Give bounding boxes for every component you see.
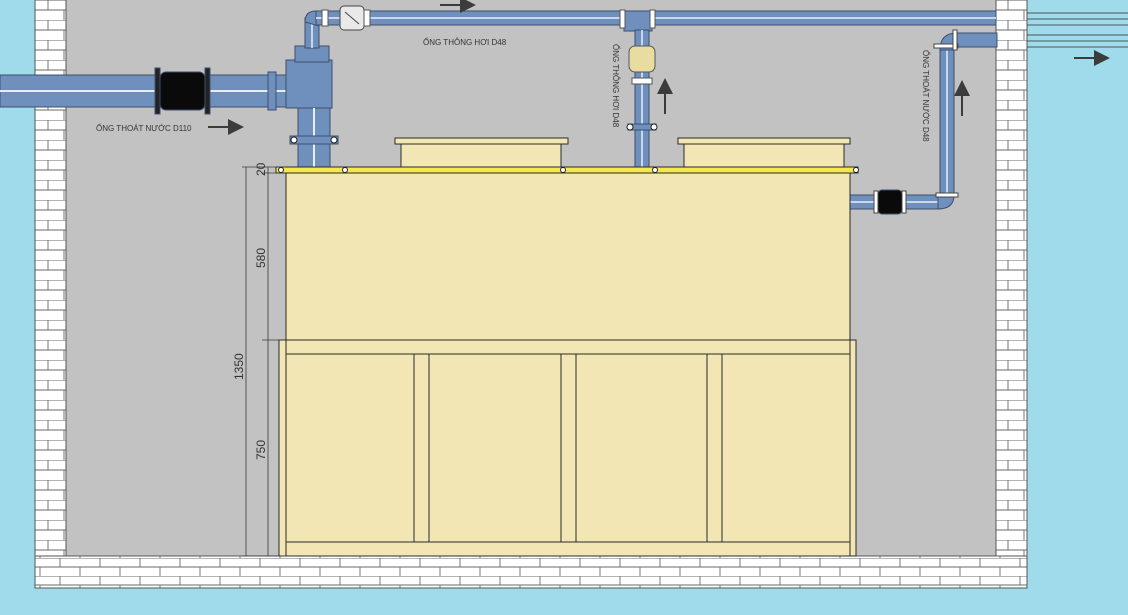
label-drain-d110: ỐNG THOÁT NƯỚC D110	[96, 123, 192, 133]
frame-post	[706, 353, 723, 543]
label-drain-right-d48: ỐNG THOÁT NƯỚC D48	[921, 50, 931, 142]
drain-pipe-d48-exit	[956, 32, 998, 48]
label-vent-vertical-d48: ỐNG THÔNG HƠI D48	[611, 44, 621, 128]
flexible-joint	[159, 71, 206, 111]
frame-post	[560, 353, 577, 543]
dim-upper-body: 580	[254, 248, 268, 268]
frame-post	[413, 353, 430, 543]
right-brick-wall	[995, 0, 1028, 557]
dim-base-frame: 750	[254, 440, 268, 460]
floor-brick-slab	[34, 555, 1028, 589]
tank-upper-body	[285, 171, 851, 341]
tank-section-drawing: 20 580 1350 750 ỐNG THOÁT NƯỚC D110 ỐNG …	[0, 0, 1128, 589]
exit-pipe-lines	[1027, 12, 1128, 48]
manhole-neck-left	[400, 142, 562, 170]
flexible-joint	[877, 189, 903, 215]
manhole-lid-left	[394, 137, 569, 145]
pipe-coupling	[267, 71, 277, 111]
vent-valve-body	[628, 45, 656, 73]
vent-tee-fitting	[623, 10, 653, 32]
drawing-stage: 20 580 1350 750 ỐNG THOÁT NƯỚC D110 ỐNG …	[0, 0, 1128, 610]
manhole-lid-right	[677, 137, 851, 145]
dim-total-height: 1350	[232, 353, 246, 380]
manhole-neck-right	[683, 142, 845, 170]
pipe-flange	[154, 67, 161, 115]
dim-top-flange: 20	[254, 162, 268, 176]
pipe-flange	[204, 67, 211, 115]
label-vent-top-d48: ỐNG THÔNG HƠI D48	[423, 37, 507, 47]
tank-top-rim	[275, 166, 859, 174]
tank	[275, 137, 859, 557]
drain-tee-fitting	[285, 59, 333, 109]
